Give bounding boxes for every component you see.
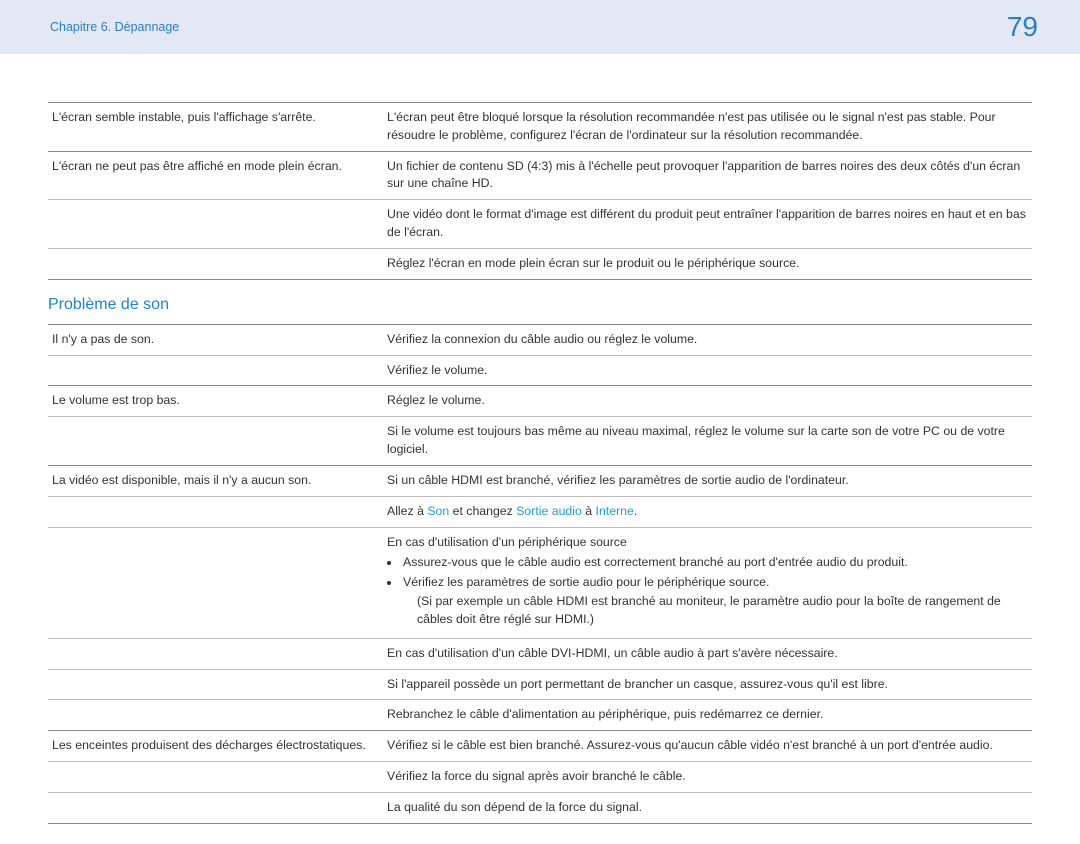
table-row: Si le volume est toujours bas même au ni… bbox=[48, 417, 1032, 466]
issue-cell-empty bbox=[48, 762, 383, 792]
solution-cell: Un fichier de contenu SD (4:3) mis à l'é… bbox=[383, 152, 1032, 200]
solution-cell: Si l'appareil possède un port permettant… bbox=[383, 670, 1032, 700]
issue-cell-empty bbox=[48, 639, 383, 669]
chapter-link[interactable]: Chapitre 6. Dépannage bbox=[50, 20, 179, 34]
page-number: 79 bbox=[1007, 11, 1038, 43]
text: . bbox=[634, 504, 637, 518]
issue-cell-empty bbox=[48, 670, 383, 700]
bullet-list: Assurez-vous que le câble audio est corr… bbox=[401, 554, 1028, 628]
solution-cell: Vérifiez la force du signal après avoir … bbox=[383, 762, 1032, 792]
page-content: L'écran semble instable, puis l'affichag… bbox=[0, 54, 1080, 844]
issue-cell-empty bbox=[48, 528, 383, 638]
table-row: L'écran ne peut pas être affiché en mode… bbox=[48, 152, 1032, 201]
issue-cell-empty bbox=[48, 249, 383, 279]
solution-cell: Réglez le volume. bbox=[383, 386, 1032, 416]
text: à bbox=[582, 504, 596, 518]
menu-path-highlight: Son bbox=[427, 504, 449, 518]
solution-cell: En cas d'utilisation d'un périphérique s… bbox=[383, 528, 1032, 638]
page-header: Chapitre 6. Dépannage 79 bbox=[0, 0, 1080, 54]
issue-cell-empty bbox=[48, 356, 383, 386]
bullet-subtext: (Si par exemple un câble HDMI est branch… bbox=[403, 593, 1028, 629]
solution-cell: Vérifiez la connexion du câble audio ou … bbox=[383, 325, 1032, 355]
table-row: L'écran semble instable, puis l'affichag… bbox=[48, 103, 1032, 152]
solution-cell: Vérifiez le volume. bbox=[383, 356, 1032, 386]
issue-cell: L'écran ne peut pas être affiché en mode… bbox=[48, 152, 383, 200]
solution-cell: Allez à Son et changez Sortie audio à In… bbox=[383, 497, 1032, 527]
sound-section-title: Problème de son bbox=[48, 280, 1032, 324]
solution-cell: La qualité du son dépend de la force du … bbox=[383, 793, 1032, 823]
menu-path-highlight: Interne bbox=[596, 504, 634, 518]
solution-cell: Réglez l'écran en mode plein écran sur l… bbox=[383, 249, 1032, 279]
issue-cell: Le volume est trop bas. bbox=[48, 386, 383, 416]
table-row: Allez à Son et changez Sortie audio à In… bbox=[48, 497, 1032, 528]
solution-cell: Si un câble HDMI est branché, vérifiez l… bbox=[383, 466, 1032, 496]
text: Allez à bbox=[387, 504, 427, 518]
issue-cell-empty bbox=[48, 200, 383, 248]
table-row: Vérifiez la force du signal après avoir … bbox=[48, 762, 1032, 793]
table-row: Vérifiez le volume. bbox=[48, 356, 1032, 387]
table-row: En cas d'utilisation d'un périphérique s… bbox=[48, 528, 1032, 639]
table-row: Il n'y a pas de son. Vérifiez la connexi… bbox=[48, 325, 1032, 356]
bullet-text: Vérifiez les paramètres de sortie audio … bbox=[403, 575, 769, 589]
text: et changez bbox=[449, 504, 516, 518]
issue-cell-empty bbox=[48, 700, 383, 730]
issue-cell-empty bbox=[48, 417, 383, 465]
table-row: La qualité du son dépend de la force du … bbox=[48, 793, 1032, 824]
table-row: Le volume est trop bas. Réglez le volume… bbox=[48, 386, 1032, 417]
issue-cell: La vidéo est disponible, mais il n'y a a… bbox=[48, 466, 383, 496]
solution-cell: Vérifiez si le câble est bien branché. A… bbox=[383, 731, 1032, 761]
screen-issues-table: L'écran semble instable, puis l'affichag… bbox=[48, 102, 1032, 280]
table-row: Rebranchez le câble d'alimentation au pé… bbox=[48, 700, 1032, 731]
issue-cell-empty bbox=[48, 497, 383, 527]
issue-cell: L'écran semble instable, puis l'affichag… bbox=[48, 103, 383, 151]
periph-intro: En cas d'utilisation d'un périphérique s… bbox=[387, 535, 627, 549]
solution-cell: Si le volume est toujours bas même au ni… bbox=[383, 417, 1032, 465]
solution-cell: L'écran peut être bloqué lorsque la réso… bbox=[383, 103, 1032, 151]
table-row: Une vidéo dont le format d'image est dif… bbox=[48, 200, 1032, 249]
sound-issues-table: Il n'y a pas de son. Vérifiez la connexi… bbox=[48, 324, 1032, 824]
table-row: Si l'appareil possède un port permettant… bbox=[48, 670, 1032, 701]
issue-cell-empty bbox=[48, 793, 383, 823]
table-row: Réglez l'écran en mode plein écran sur l… bbox=[48, 249, 1032, 280]
table-row: La vidéo est disponible, mais il n'y a a… bbox=[48, 466, 1032, 497]
solution-cell: Une vidéo dont le format d'image est dif… bbox=[383, 200, 1032, 248]
list-item: Vérifiez les paramètres de sortie audio … bbox=[401, 574, 1028, 628]
solution-cell: Rebranchez le câble d'alimentation au pé… bbox=[383, 700, 1032, 730]
menu-path-highlight: Sortie audio bbox=[516, 504, 582, 518]
document-page: Chapitre 6. Dépannage 79 L'écran semble … bbox=[0, 0, 1080, 844]
table-row: Les enceintes produisent des décharges é… bbox=[48, 731, 1032, 762]
list-item: Assurez-vous que le câble audio est corr… bbox=[401, 554, 1028, 572]
issue-cell: Il n'y a pas de son. bbox=[48, 325, 383, 355]
solution-cell: En cas d'utilisation d'un câble DVI-HDMI… bbox=[383, 639, 1032, 669]
table-row: En cas d'utilisation d'un câble DVI-HDMI… bbox=[48, 639, 1032, 670]
issue-cell: Les enceintes produisent des décharges é… bbox=[48, 731, 383, 761]
